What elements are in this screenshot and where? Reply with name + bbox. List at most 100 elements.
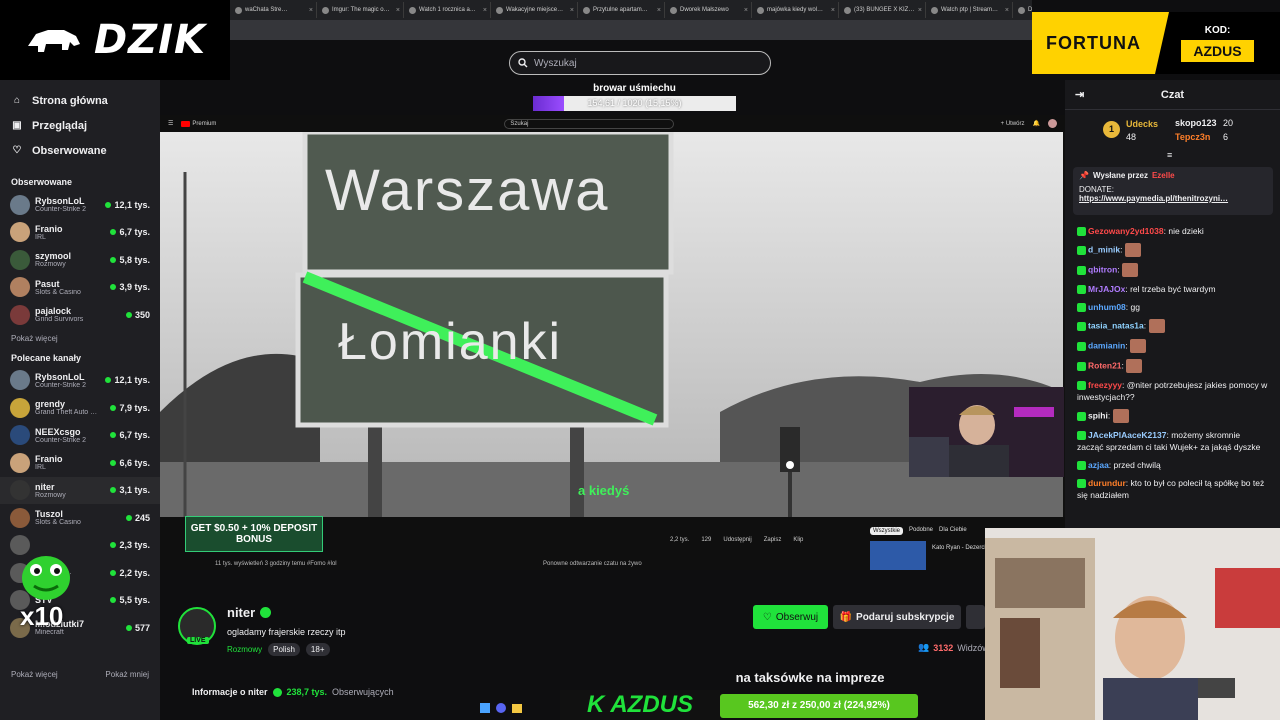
follow-button[interactable]: ♡ Obserwuj bbox=[753, 605, 828, 629]
viewer-count: 3,9 tys. bbox=[119, 282, 150, 293]
chat-text: przed chwilą bbox=[1113, 460, 1161, 470]
browser-address-bar bbox=[230, 20, 1032, 40]
yt-save-button[interactable]: Zapisz bbox=[764, 537, 782, 543]
close-icon[interactable]: × bbox=[309, 7, 313, 14]
chat-username[interactable]: durundur bbox=[1088, 478, 1126, 488]
sponsor-code: AZDUS bbox=[610, 691, 693, 718]
chat-message: spihi: bbox=[1065, 406, 1280, 426]
sidebar-channel[interactable]: Tuszol Slots & Casino 245 bbox=[0, 504, 160, 532]
chat-username[interactable]: tasia_natas1a bbox=[1088, 320, 1144, 330]
close-icon[interactable]: × bbox=[657, 7, 661, 14]
tab-title: Wakacyjne miejsce… bbox=[506, 7, 564, 13]
sidebar-nav-item[interactable]: ♡ Obserwowane bbox=[0, 138, 160, 163]
yt-like-count[interactable]: 2,2 tys. bbox=[670, 537, 689, 543]
channel-category: Counter-Strike 2 bbox=[35, 436, 86, 444]
tag-language[interactable]: Polish bbox=[268, 643, 300, 656]
viewer-count: 2,3 tys. bbox=[119, 540, 150, 551]
home-icon: ⌂ bbox=[13, 95, 21, 106]
yt-chip-all[interactable]: Wszystkie bbox=[870, 527, 903, 535]
heart-icon: ♡ bbox=[762, 611, 772, 623]
chat-username[interactable]: spihi bbox=[1088, 410, 1108, 420]
show-more-recommended[interactable]: Pokaż więcej bbox=[11, 670, 58, 679]
pinned-message[interactable]: 📌 Wysłane przez Ezelle DONATE: https://w… bbox=[1073, 167, 1273, 215]
sidebar-channel[interactable]: szymool Rozmowy 5,8 tys. bbox=[0, 246, 160, 274]
yt-share-button[interactable]: Udostępnij bbox=[723, 537, 751, 543]
chat-username[interactable]: Gezowany2yd1038 bbox=[1088, 226, 1164, 236]
search-input[interactable]: Wyszukaj bbox=[509, 51, 771, 75]
discord-icon[interactable] bbox=[496, 703, 506, 713]
verified-icon bbox=[260, 607, 272, 618]
sub-badge-icon bbox=[1077, 321, 1086, 331]
webcam-scene bbox=[909, 387, 1064, 477]
chat-username[interactable]: damianin bbox=[1088, 340, 1125, 350]
live-dot-icon bbox=[125, 624, 132, 631]
gift-icon: 🎁 bbox=[839, 611, 853, 623]
tab-favicon-icon bbox=[409, 6, 416, 14]
browser-tab[interactable]: Dom na Plaży - Do…× bbox=[1015, 2, 1032, 18]
streamer-webcam bbox=[909, 387, 1064, 477]
sidebar-channel[interactable]: Franio IRL 6,7 tys. bbox=[0, 219, 160, 247]
chat-username[interactable]: qbitron bbox=[1088, 264, 1117, 274]
yt-chip-foryou[interactable]: Dla Ciebie bbox=[939, 527, 967, 535]
browser-tab[interactable]: Watch 1 rocznica a… × bbox=[406, 2, 491, 18]
leader-3-value: 6 bbox=[1223, 132, 1229, 142]
browser-tab[interactable]: Imgur: The magic o… × bbox=[319, 2, 404, 18]
chat-message: unhum08: gg bbox=[1065, 298, 1280, 316]
live-dot-icon bbox=[110, 229, 117, 236]
browser-tab[interactable]: Przytulne apartam… × bbox=[580, 2, 665, 18]
category-link[interactable]: Rozmowy bbox=[227, 645, 262, 654]
browser-tab[interactable]: Wakacyjne miejsce… × bbox=[493, 2, 578, 18]
chat-username[interactable]: unhum08 bbox=[1088, 302, 1126, 312]
show-more-followed[interactable]: Pokaż więcej bbox=[0, 329, 160, 349]
sidebar-channel[interactable]: Pasut Slots & Casino 3,9 tys. bbox=[0, 274, 160, 302]
close-icon[interactable]: × bbox=[1005, 7, 1009, 14]
close-icon[interactable]: × bbox=[918, 7, 922, 14]
yt-clip-button[interactable]: Klip bbox=[793, 537, 803, 543]
tab-title: Dworek Małszewo bbox=[680, 7, 729, 13]
sidebar-channel[interactable]: pajalock Grind Survivors 350 bbox=[0, 301, 160, 329]
chat-message: JAcekPlAaceK2137: możemy skromnie zacząć… bbox=[1077, 430, 1261, 452]
folder-icon[interactable] bbox=[512, 703, 522, 713]
chat-username[interactable]: Roten21 bbox=[1088, 360, 1122, 370]
close-icon[interactable]: × bbox=[396, 7, 400, 14]
chat-username[interactable]: azjaa bbox=[1088, 460, 1109, 470]
yt-related-thumbnail[interactable] bbox=[870, 541, 926, 570]
close-icon[interactable]: × bbox=[831, 7, 835, 14]
chat-filter-icon[interactable]: ≡ bbox=[1167, 150, 1172, 160]
chat-username[interactable]: d_minik bbox=[1088, 244, 1120, 254]
sidebar-channel[interactable]: Franio IRL 6,6 tys. bbox=[0, 449, 160, 477]
sidebar-nav-item[interactable]: ⌂ Strona główna bbox=[0, 88, 160, 113]
sidebar-channel[interactable]: niter Rozmowy 3,1 tys. bbox=[0, 476, 160, 504]
chat-message: MrJAJOx: rel trzeba być twardym bbox=[1065, 280, 1280, 298]
sidebar-channel[interactable]: grendy Grand Theft Auto … 7,9 tys. bbox=[0, 394, 160, 422]
browser-tab[interactable]: (33) BUNGEE X KIZ… × bbox=[841, 2, 926, 18]
stream-title: ogladamy frajerskie rzeczy itp bbox=[227, 627, 346, 637]
channel-name[interactable]: niter bbox=[227, 605, 255, 620]
gift-sub-button[interactable]: 🎁 Podaruj subskrypcje bbox=[833, 605, 961, 629]
channel-name: Tuszol bbox=[35, 509, 63, 520]
sidebar-channel[interactable]: NEEXcsgo Counter-Strike 2 6,7 tys. bbox=[0, 422, 160, 450]
collapse-chat-icon[interactable]: ⇥ bbox=[1075, 88, 1084, 101]
close-icon[interactable]: × bbox=[744, 7, 748, 14]
sidebar-channel[interactable]: RybsonLoL Counter-Strike 2 12,1 tys. bbox=[0, 191, 160, 219]
yt-dislike-count[interactable]: 129 bbox=[701, 537, 711, 543]
chat-username[interactable]: JAcekPlAaceK2137 bbox=[1088, 430, 1166, 440]
heart-icon: ♡ bbox=[12, 145, 22, 156]
more-button[interactable] bbox=[966, 605, 985, 629]
browser-tab[interactable]: Watch ptp | Stream… × bbox=[928, 2, 1013, 18]
pinned-link[interactable]: https://www.paymedia.pl/thenitrozyni… bbox=[1079, 194, 1267, 203]
browser-tab[interactable]: Dworek Małszewo × bbox=[667, 2, 752, 18]
browser-tab[interactable]: majówka kiedy wol… × bbox=[754, 2, 839, 18]
sidebar-nav-item[interactable]: ▣ Przeglądaj bbox=[0, 113, 160, 138]
chat-username[interactable]: freezyyy bbox=[1088, 380, 1122, 390]
chat-username[interactable]: MrJAJOx bbox=[1088, 284, 1125, 294]
close-icon[interactable]: × bbox=[570, 7, 574, 14]
browser-tab[interactable]: waChata Stre… × bbox=[232, 2, 317, 18]
yt-chip-related[interactable]: Podobne bbox=[909, 527, 933, 535]
windows-start-icon[interactable] bbox=[480, 703, 490, 713]
close-icon[interactable]: × bbox=[483, 7, 487, 14]
show-less-recommended[interactable]: Pokaż mniej bbox=[105, 670, 149, 679]
tag-age[interactable]: 18+ bbox=[305, 643, 330, 656]
viewers-icon: 👥 bbox=[918, 642, 930, 652]
sidebar-channel[interactable]: RybsonLoL Counter-Strike 2 12,1 tys. bbox=[0, 367, 160, 395]
